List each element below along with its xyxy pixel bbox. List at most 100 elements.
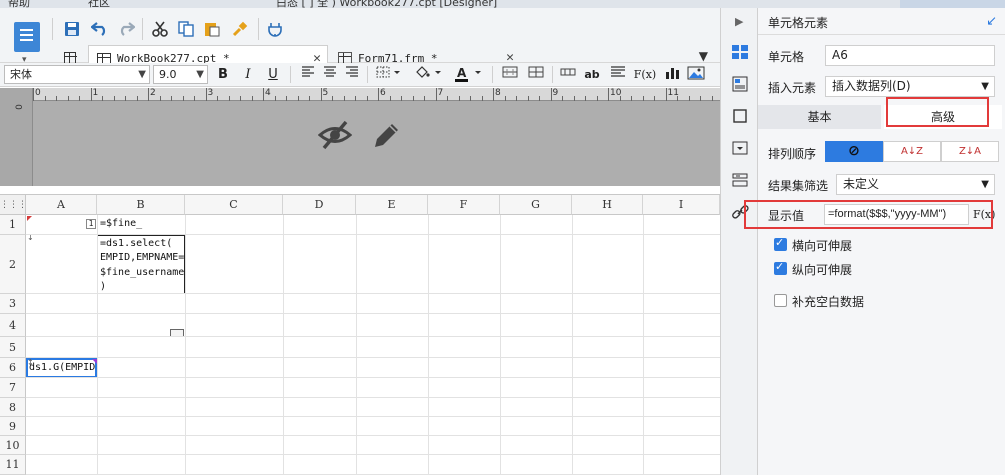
border-frame-icon[interactable] [731, 108, 749, 124]
column-header-c[interactable]: C [185, 195, 283, 215]
align-right-icon[interactable] [342, 66, 362, 84]
row-header-11[interactable]: 11 [0, 455, 26, 475]
menu-community[interactable]: 社区 [88, 0, 110, 8]
row-header-3[interactable]: 3 [0, 294, 26, 314]
ruler-label: 3 [207, 88, 214, 98]
cell-attribute-icon[interactable] [731, 76, 749, 92]
dock-arrow-icon[interactable]: ↙ [986, 14, 997, 29]
border-icon[interactable] [374, 66, 404, 84]
select-all-corner[interactable]: ⋮⋮⋮ [0, 195, 27, 215]
insert-chart-icon[interactable] [662, 66, 682, 84]
vertical-expand-checkbox[interactable] [774, 260, 787, 275]
chevron-down-icon: ▼ [196, 69, 204, 80]
highlight-display-value [744, 200, 993, 229]
row-header-4[interactable]: 4 [0, 314, 26, 337]
collapse-chevron-icon[interactable]: ▶ [735, 15, 743, 28]
cell-a6-text[interactable]: ds1.G(EMPID [29, 362, 95, 373]
result-filter-select[interactable]: 未定义 ▼ [836, 174, 995, 195]
insert-row-icon[interactable] [558, 66, 578, 84]
column-header-b[interactable]: B [97, 195, 185, 215]
fill-blank-checkbox[interactable] [774, 294, 787, 307]
fill-color-icon[interactable] [412, 66, 446, 84]
ruler-minor-tick [297, 96, 299, 101]
column-header-d[interactable]: D [283, 195, 356, 215]
cell-a1-expand-marker: 1 [86, 219, 96, 229]
ruler-label: 0 [35, 88, 41, 98]
tab-menu-icon[interactable]: ▼ [699, 49, 708, 63]
column-header-f[interactable]: F [428, 195, 500, 215]
bold-button[interactable]: B [213, 66, 233, 84]
cell-b2-line4[interactable]: ) [100, 281, 106, 292]
ruler-minor-tick [389, 96, 391, 101]
spreadsheet-grid[interactable]: ⋮⋮⋮ 1 ↓ =$fine_ =ds1.select( EMPID,EMPNA… [0, 194, 720, 475]
align-center-icon[interactable] [320, 66, 340, 84]
cell-b2-line2[interactable]: EMPID,EMPNAME= [100, 252, 184, 263]
column-header-g[interactable]: G [500, 195, 572, 215]
panel-header: 单元格元素 ↙ [758, 8, 1005, 35]
cut-icon[interactable] [150, 20, 170, 38]
row-header-8[interactable]: 8 [0, 398, 26, 417]
ruler-minor-tick [67, 96, 69, 101]
cell-b2-line1[interactable]: =ds1.select( [100, 238, 172, 249]
row-header-6[interactable]: 6 [0, 358, 26, 378]
save-icon[interactable] [62, 20, 82, 38]
ruler-minor-tick [217, 96, 218, 101]
redo-icon[interactable] [116, 20, 136, 38]
font-color-icon[interactable]: A [452, 66, 486, 84]
undo-icon[interactable] [90, 20, 110, 38]
row-header-5[interactable]: 5 [0, 337, 26, 358]
sort-ascending-button[interactable]: A↓Z [883, 141, 941, 162]
italic-button[interactable]: I [238, 66, 258, 84]
paste-icon[interactable] [202, 20, 222, 38]
formula-button[interactable]: F(x) [632, 66, 658, 84]
column-header-h[interactable]: H [572, 195, 643, 215]
eye-slash-icon[interactable] [318, 118, 352, 152]
row-header-9[interactable]: 9 [0, 417, 26, 436]
plugin-icon[interactable] [265, 20, 285, 38]
cell-b2-line3[interactable]: $fine_username [100, 267, 184, 278]
underline-button[interactable]: U [263, 66, 283, 84]
align-left-icon[interactable] [298, 66, 318, 84]
widget-icon[interactable] [731, 140, 749, 156]
horizontal-expand-checkbox[interactable] [774, 236, 787, 251]
ruler-minor-tick [171, 96, 172, 101]
font-size-select[interactable]: 9.0 ▼ [153, 65, 208, 84]
row-header-1[interactable]: 1 [0, 215, 26, 235]
ruler-label: 7 [437, 88, 444, 98]
sort-none-button[interactable]: ⊘ [825, 141, 883, 162]
sort-descending-button[interactable]: Z↓A [941, 141, 999, 162]
insert-element-select[interactable]: 插入数据列(D) ▼ [825, 76, 995, 97]
copy-icon[interactable] [176, 20, 196, 38]
pencil-icon[interactable] [370, 118, 400, 152]
row-header-7[interactable]: 7 [0, 378, 26, 398]
insert-text-button[interactable]: ab [582, 66, 602, 84]
ruler-minor-tick [424, 96, 425, 101]
ruler-minor-tick [125, 96, 126, 101]
font-family-select[interactable]: 宋体 ▼ [4, 65, 150, 84]
template-icon[interactable] [14, 22, 40, 52]
tab-basic[interactable]: 基本 [758, 105, 881, 129]
condition-icon[interactable] [731, 172, 749, 188]
row-gridline [26, 293, 720, 294]
split-cell-icon[interactable] [526, 66, 546, 84]
column-header-a[interactable]: A [26, 195, 97, 215]
cell-element-icon[interactable] [731, 44, 749, 60]
ruler-minor-tick [44, 96, 46, 101]
insert-paragraph-icon[interactable] [608, 66, 628, 84]
cell-name-input[interactable]: A6 [825, 45, 995, 66]
menu-help[interactable]: 帮助 [8, 0, 30, 8]
row-header-10[interactable]: 10 [0, 436, 26, 455]
column-header-i[interactable]: I [643, 195, 720, 215]
ruler-minor-tick [631, 96, 632, 101]
merge-cell-icon[interactable] [500, 66, 520, 84]
ruler-major-tick [33, 88, 34, 101]
cell-b1-text[interactable]: =$fine_ [100, 218, 142, 229]
title-right-tab[interactable] [900, 0, 1005, 8]
ruler-minor-tick [573, 96, 575, 101]
ruler-minor-tick [562, 96, 563, 101]
column-header-e[interactable]: E [356, 195, 428, 215]
row-header-2[interactable]: 2 [0, 235, 26, 294]
insert-image-icon[interactable] [686, 66, 706, 84]
format-brush-icon[interactable] [230, 20, 250, 38]
cell-element-panel: 单元格元素 ↙ 单元格 A6 插入元素 插入数据列(D) ▼ 基本 高级 排列顺… [744, 8, 1005, 475]
